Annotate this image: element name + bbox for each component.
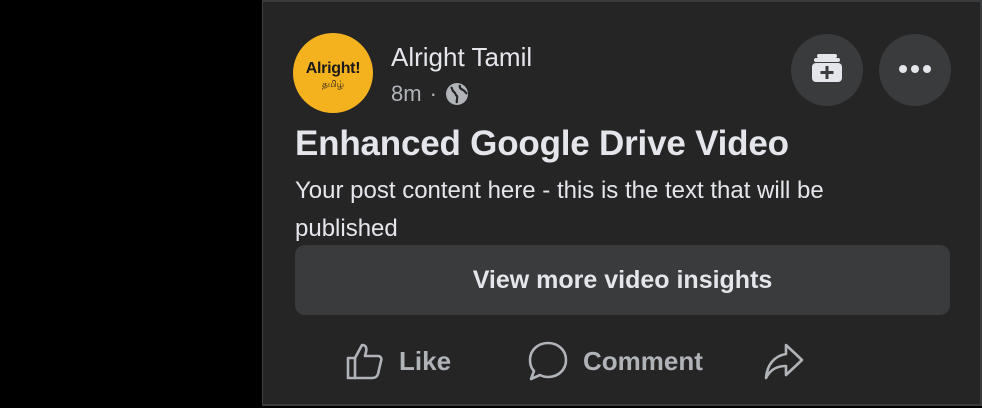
globe-icon[interactable] bbox=[445, 82, 469, 106]
page-name-link[interactable]: Alright Tamil bbox=[391, 42, 532, 73]
comment-button[interactable]: Comment bbox=[527, 336, 703, 386]
more-options-button[interactable] bbox=[879, 34, 951, 106]
save-to-collection-icon bbox=[810, 53, 844, 88]
post-card: Alright! தமிழ் Alright Tamil 8m · Enhanc… bbox=[262, 0, 982, 406]
like-label: Like bbox=[399, 345, 452, 376]
screen: Alright! தமிழ் Alright Tamil 8m · Enhanc… bbox=[0, 0, 982, 408]
meta-separator: · bbox=[429, 81, 437, 106]
post-content: Your post content here - this is the tex… bbox=[295, 177, 824, 242]
post-timestamp[interactable]: 8m bbox=[391, 81, 422, 107]
page-avatar[interactable]: Alright! தமிழ் bbox=[293, 33, 373, 113]
share-button[interactable] bbox=[763, 336, 819, 386]
card-divider bbox=[263, 0, 982, 2]
save-button[interactable] bbox=[791, 34, 863, 106]
more-options-icon bbox=[898, 61, 932, 79]
comment-label: Comment bbox=[583, 345, 703, 376]
post-title: Enhanced Google Drive Video bbox=[295, 124, 789, 163]
thumbs-up-icon bbox=[346, 343, 383, 380]
view-insights-button[interactable]: View more video insights bbox=[295, 245, 950, 315]
post-meta: 8m · bbox=[391, 81, 469, 107]
comment-bubble-icon bbox=[528, 341, 568, 381]
share-arrow-icon bbox=[764, 343, 804, 380]
avatar-logo-subtext: தமிழ் bbox=[322, 80, 344, 90]
like-button[interactable]: Like bbox=[345, 336, 451, 386]
avatar-logo-text: Alright! bbox=[305, 60, 361, 77]
